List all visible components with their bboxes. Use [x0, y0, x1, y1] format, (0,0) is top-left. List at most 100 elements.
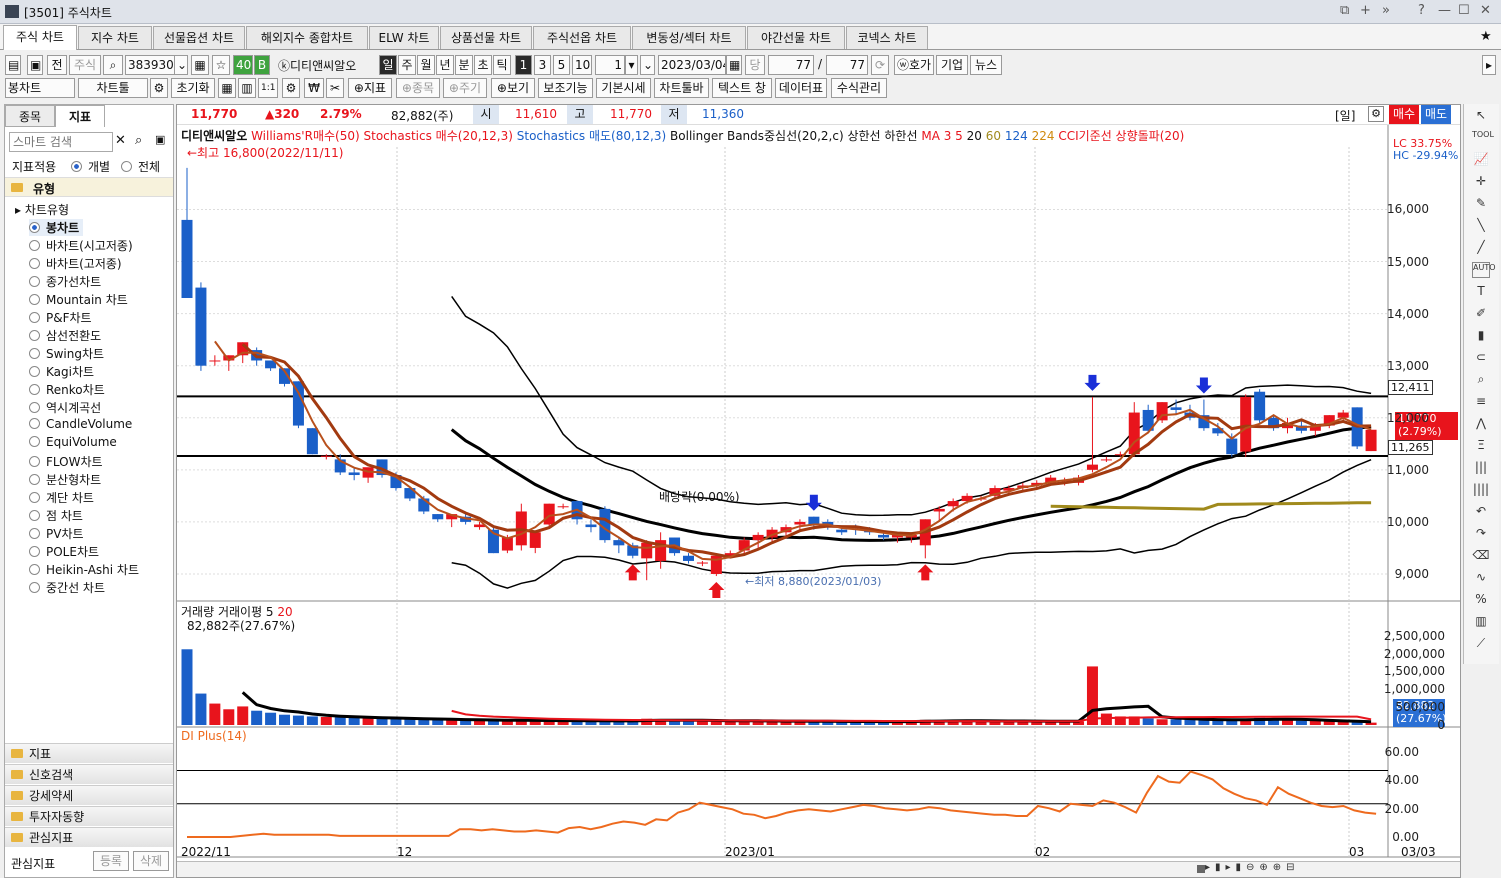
tab-night-futures-chart[interactable]: 야간선물 차트: [747, 26, 845, 49]
scrollbar-thumb[interactable]: [1197, 865, 1205, 873]
chart-type-item[interactable]: FLOW차트: [29, 453, 103, 470]
tab-volatility-chart[interactable]: 변동성/섹터 차트: [632, 26, 746, 49]
period-icon[interactable]: Ξ: [1472, 438, 1490, 454]
date-input[interactable]: 2023/03/04: [658, 55, 726, 75]
note-icon[interactable]: ✐: [1472, 306, 1490, 322]
count-badge[interactable]: 40: [233, 55, 253, 75]
crosshair-icon[interactable]: ✛: [1472, 174, 1490, 190]
more-icon[interactable]: »: [1382, 3, 1390, 18]
chart-type-item[interactable]: 바차트(시고저종): [29, 237, 133, 254]
group-0[interactable]: 지표: [5, 743, 173, 763]
indicator-button[interactable]: ⊕지표: [348, 78, 392, 98]
reset-button[interactable]: 초기화: [171, 78, 215, 98]
calendar-icon[interactable]: ▦: [726, 55, 742, 75]
b-badge[interactable]: B: [254, 55, 270, 75]
chart-type-item[interactable]: 분산형차트: [29, 471, 101, 488]
tab-futures-chart[interactable]: 선물옵션 차트: [153, 26, 245, 49]
bars-icon[interactable]: |||: [1472, 460, 1490, 476]
gear-icon[interactable]: ⚙: [282, 78, 300, 98]
clear-icon[interactable]: ✕: [115, 133, 126, 148]
chart-scrollbar[interactable]: ▸▮▸▮⊖⊕⊕⊟: [177, 861, 1460, 877]
dmi-title[interactable]: DI Plus(14): [181, 729, 247, 743]
save-icon[interactable]: ▣: [27, 55, 43, 75]
base-price-button[interactable]: 기본시세: [596, 78, 651, 98]
chart-icon[interactable]: 📈: [1472, 152, 1490, 168]
total-count-input[interactable]: 77: [826, 55, 868, 75]
wave-icon[interactable]: ⋀: [1472, 416, 1490, 432]
aux-button[interactable]: 보조기능: [538, 78, 593, 98]
chart-type-tree[interactable]: ▸ 차트유형: [15, 201, 69, 218]
interval-spin-icon[interactable]: ▾: [625, 55, 638, 75]
auto-icon[interactable]: AUTO: [1472, 262, 1496, 278]
legend-stoch-buy[interactable]: Stochastics 매수(20,12,3): [364, 129, 513, 143]
interval-5[interactable]: 5: [553, 55, 570, 75]
percent-icon[interactable]: %: [1472, 592, 1490, 608]
scissors-icon[interactable]: ✂: [326, 78, 344, 98]
maximize-icon[interactable]: ☐: [1458, 3, 1470, 18]
search-icon[interactable]: ⌕: [135, 133, 142, 148]
recent-icon[interactable]: ▦: [191, 55, 209, 75]
sell-button[interactable]: 매도: [1421, 105, 1451, 124]
window-layout-icon[interactable]: ⧉: [1340, 3, 1349, 18]
chart-type-item[interactable]: Swing차트: [29, 345, 104, 362]
chart-type-item[interactable]: EquiVolume: [29, 435, 117, 449]
chart-type-select[interactable]: 봉차트: [5, 78, 75, 98]
interval-1[interactable]: 1: [515, 55, 532, 75]
chart-type-item[interactable]: POLE차트: [29, 543, 99, 560]
tab-index-chart[interactable]: 지수 차트: [78, 26, 152, 49]
chart-type-item[interactable]: 점 차트: [29, 507, 83, 524]
data-table-button[interactable]: 데이터표: [775, 78, 827, 98]
chart-type-item[interactable]: 계단 차트: [29, 489, 94, 506]
chart-type-item[interactable]: Heikin-Ashi 차트: [29, 561, 139, 578]
formula-button[interactable]: 수식관리: [831, 78, 887, 98]
code-dropdown-icon[interactable]: ⌄: [174, 55, 188, 75]
cursor-icon[interactable]: ↖: [1472, 108, 1490, 124]
chart-type-item[interactable]: 역시계곡선: [29, 399, 101, 416]
close-icon[interactable]: ✕: [1480, 3, 1491, 18]
group-3[interactable]: 투자자동향: [5, 806, 173, 826]
tab-elw-chart[interactable]: ELW 차트: [369, 26, 439, 49]
tab-commodity-chart[interactable]: 상품선물 차트: [440, 26, 532, 49]
split-icon[interactable]: ▥: [238, 78, 256, 98]
layout-icon[interactable]: ▤: [5, 55, 21, 75]
legend-ma124[interactable]: 124: [1005, 129, 1028, 143]
magnet-icon[interactable]: ⊂: [1472, 350, 1490, 366]
chart-type-item[interactable]: P&F차트: [29, 309, 92, 326]
scroll-controls-icon[interactable]: ▸▮▸▮⊖⊕⊕⊟: [1205, 862, 1300, 873]
interval-10[interactable]: 10: [572, 55, 592, 75]
chart-type-item[interactable]: 종가선차트: [29, 273, 101, 290]
legend-ma[interactable]: MA 3 5: [921, 129, 962, 143]
pen-icon[interactable]: ✎: [1472, 196, 1490, 212]
interval-dropdown-icon[interactable]: ⌄: [640, 55, 655, 75]
currency-icon[interactable]: ₩: [304, 78, 324, 98]
refresh-icon[interactable]: ⟳: [871, 55, 889, 75]
delete-button[interactable]: 삭제: [133, 851, 169, 871]
register-button[interactable]: 등록: [93, 851, 129, 871]
grid-icon[interactable]: ▦: [218, 78, 236, 98]
legend-williams[interactable]: Williams'R매수(50): [251, 129, 360, 143]
interval-input[interactable]: 1: [595, 55, 625, 75]
search-icon[interactable]: ⌕: [103, 55, 123, 75]
pin-icon[interactable]: ★: [1480, 29, 1492, 44]
tab-stock-chart[interactable]: 주식 차트: [3, 25, 77, 50]
grid-lines-icon[interactable]: ▥: [1472, 614, 1490, 630]
period-day[interactable]: 일: [379, 55, 397, 75]
smart-search-input[interactable]: [9, 132, 113, 152]
group-1[interactable]: 신호검색: [5, 764, 173, 784]
apply-all-radio[interactable]: 전체: [121, 158, 160, 175]
chart-type-item[interactable]: 봉차트: [29, 219, 84, 236]
view-button[interactable]: ⊕보기: [491, 78, 535, 98]
group-4[interactable]: 관심지표: [5, 827, 173, 847]
bars2-icon[interactable]: ||||: [1472, 482, 1490, 498]
period-tick[interactable]: 틱: [493, 55, 511, 75]
display-count-input[interactable]: 77: [768, 55, 814, 75]
hoga-button[interactable]: ⓦ호가: [894, 55, 934, 75]
chart-type-item[interactable]: Mountain 차트: [29, 291, 128, 308]
tab-item[interactable]: 종목: [5, 105, 55, 127]
item-button[interactable]: ⊕종목: [396, 78, 440, 98]
stock-type-button[interactable]: 주식: [69, 55, 101, 75]
help-icon[interactable]: ?: [1418, 3, 1425, 18]
period-button[interactable]: ⊕주기: [443, 78, 487, 98]
filter-icon[interactable]: ▣: [155, 133, 165, 146]
chart-type-item[interactable]: 삼선전환도: [29, 327, 101, 344]
